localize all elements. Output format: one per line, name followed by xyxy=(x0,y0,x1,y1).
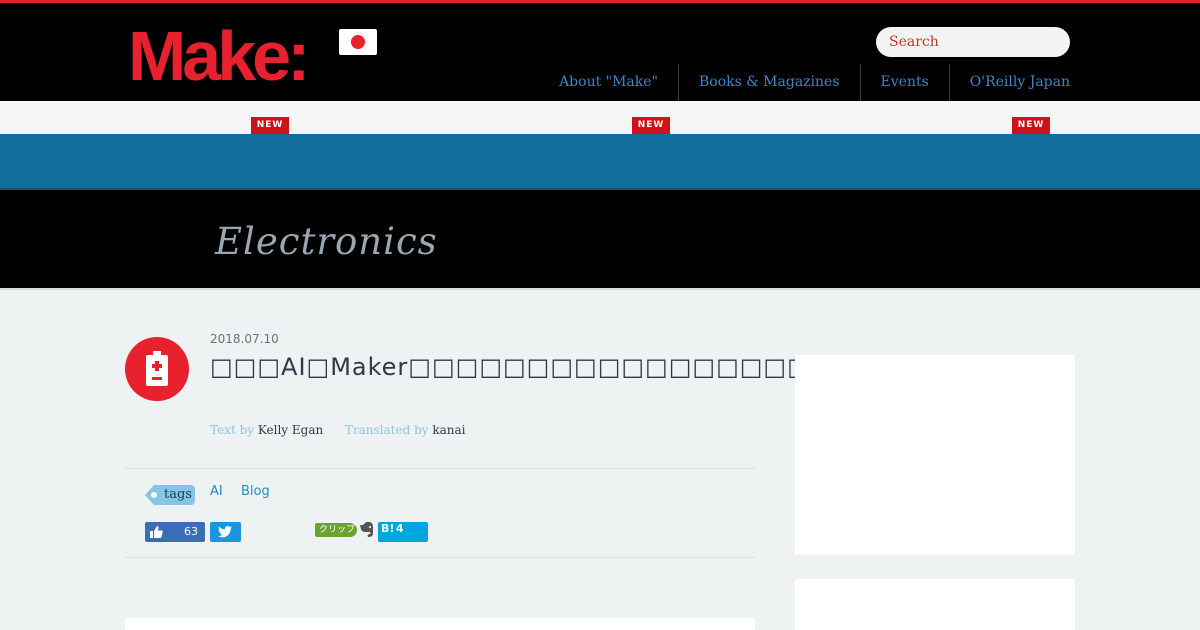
new-badge: NEW xyxy=(251,117,289,134)
thumbs-up-icon xyxy=(150,526,163,538)
nav-events[interactable]: Events xyxy=(859,64,949,101)
article-credits: Text by Kelly Egan Translated by kanai xyxy=(210,423,466,437)
site-header: Make: About "Make" Books & Magazines Eve… xyxy=(0,3,1200,101)
make-logo[interactable]: Make: xyxy=(128,21,310,91)
new-badge: NEW xyxy=(1012,117,1050,134)
nav-oreilly-japan[interactable]: O'Reilly Japan xyxy=(948,64,1070,101)
translated-by-label: Translated by xyxy=(344,423,429,437)
like-count: 63 xyxy=(184,525,198,538)
hatena-bookmark-button[interactable]: B! 4 xyxy=(378,522,428,542)
translator-link[interactable]: kanai xyxy=(432,423,465,437)
twitter-share-button[interactable] xyxy=(210,522,241,542)
divider xyxy=(125,557,755,558)
battery-icon xyxy=(125,337,189,401)
facebook-like-button[interactable]: 63 xyxy=(145,522,205,542)
author-link[interactable]: Kelly Egan xyxy=(258,423,323,437)
divider xyxy=(125,468,755,469)
category-banner: Electronics xyxy=(0,188,1200,288)
post-date: 2018.07.10 xyxy=(210,332,279,346)
tag-link-ai[interactable]: AI xyxy=(210,484,223,499)
tags-badge: tags xyxy=(145,485,195,505)
evernote-clip-button[interactable]: クリップ xyxy=(315,523,357,537)
nav-about-make[interactable]: About "Make" xyxy=(539,64,678,101)
evernote-elephant-icon[interactable] xyxy=(360,522,374,538)
article-body xyxy=(125,618,755,630)
sidebar-ad xyxy=(795,579,1075,630)
japan-flag-icon[interactable] xyxy=(339,29,377,55)
main-nav: About "Make" Books & Magazines Events O'… xyxy=(539,64,1070,101)
search-input[interactable] xyxy=(876,27,1070,57)
text-by-label: Text by xyxy=(210,423,255,437)
nav-books-magazines[interactable]: Books & Magazines xyxy=(678,64,860,101)
tags-label: tags xyxy=(164,487,192,502)
sidebar-ad xyxy=(795,355,1075,555)
hatena-count: 4 xyxy=(396,522,404,535)
tag-link-blog[interactable]: Blog xyxy=(241,484,270,499)
hatena-label: B! xyxy=(381,522,395,535)
twitter-bird-icon xyxy=(218,526,232,538)
blue-banner xyxy=(0,134,1200,188)
divider xyxy=(0,288,1200,290)
category-title: Electronics xyxy=(215,220,438,263)
new-badge: NEW xyxy=(632,117,670,134)
